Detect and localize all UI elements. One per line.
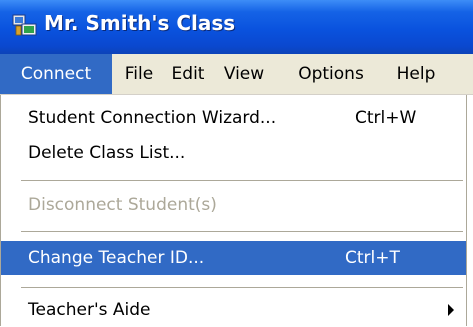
menu-view[interactable]: View (214, 54, 274, 94)
menu-item-label: Student Connection Wizard... (28, 108, 277, 128)
menu-file[interactable]: File (116, 54, 162, 94)
menu-item-shortcut: Ctrl+W (355, 108, 417, 128)
menu-separator (21, 287, 463, 288)
menu-item-label: Disconnect Student(s) (28, 195, 217, 215)
menu-help[interactable]: Help (386, 54, 446, 94)
title-bar[interactable]: Mr. Smith's Class (0, 0, 473, 54)
menu-item-disconnect-students: Disconnect Student(s) (1, 188, 467, 222)
menu-connect[interactable]: Connect (0, 54, 112, 94)
connect-dropdown-menu: Student Connection Wizard... Ctrl+W Dele… (0, 95, 473, 326)
menu-item-delete-class-list[interactable]: Delete Class List... (1, 136, 467, 170)
menu-separator (21, 231, 463, 232)
menu-separator (21, 180, 463, 181)
menu-item-change-teacher-id[interactable]: Change Teacher ID... Ctrl+T (1, 241, 467, 275)
menu-bar: Connect File Edit View Options Help (0, 54, 473, 95)
window-title: Mr. Smith's Class (44, 11, 236, 35)
menu-item-teachers-aide[interactable]: Teacher's Aide (1, 293, 467, 327)
menu-right-border (466, 95, 473, 326)
menu-item-label: Delete Class List... (28, 143, 186, 163)
submenu-arrow-icon (448, 304, 454, 316)
menu-options[interactable]: Options (278, 54, 384, 94)
menu-item-label: Teacher's Aide (28, 300, 151, 320)
menu-item-label: Change Teacher ID... (28, 248, 205, 268)
menu-edit[interactable]: Edit (164, 54, 212, 94)
menu-item-shortcut: Ctrl+T (345, 248, 400, 268)
menu-item-student-connection-wizard[interactable]: Student Connection Wizard... Ctrl+W (1, 101, 467, 135)
app-icon (12, 14, 37, 36)
